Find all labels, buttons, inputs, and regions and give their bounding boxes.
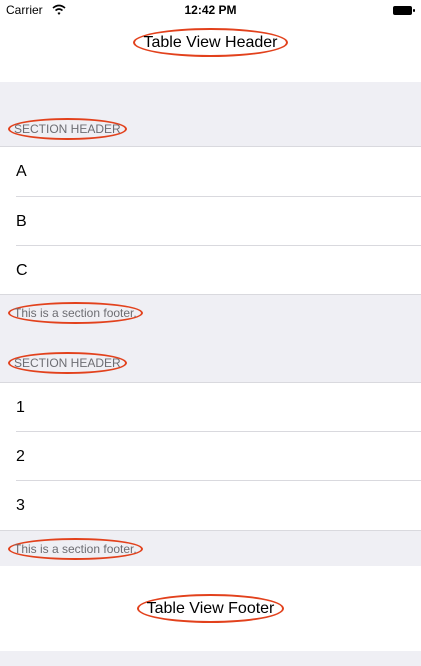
table-row[interactable]: A [0, 147, 421, 197]
table-header-title: Table View Header [133, 28, 288, 57]
status-bar: Carrier 12:42 PM [0, 0, 421, 20]
row-label: B [16, 213, 27, 230]
row-label: 1 [16, 399, 25, 416]
section-header-label: SECTION HEADER [8, 352, 127, 374]
table-view-footer: Table View Footer [0, 566, 421, 651]
section-header-label: SECTION HEADER [8, 118, 127, 140]
row-label: 3 [16, 497, 25, 514]
table-view-header: Table View Header [0, 20, 421, 82]
section-footer-2: This is a section footer. [0, 531, 421, 566]
bottom-background [0, 651, 421, 666]
section-header-1: SECTION HEADER [0, 82, 421, 147]
row-label: C [16, 262, 28, 279]
row-label: A [16, 163, 27, 180]
table-row[interactable]: B [0, 197, 421, 247]
section-footer-label: This is a section footer. [8, 538, 143, 560]
row-label: 2 [16, 448, 25, 465]
battery-icon [393, 6, 415, 15]
clock: 12:42 PM [184, 3, 237, 17]
table-row[interactable]: C [0, 246, 421, 295]
table-footer-title: Table View Footer [136, 594, 285, 623]
section-footer-label: This is a section footer. [8, 302, 143, 324]
section-footer-1: This is a section footer. SECTION HEADER [0, 295, 421, 382]
table-row[interactable]: 3 [0, 481, 421, 530]
table-row[interactable]: 2 [0, 432, 421, 482]
table-row[interactable]: 1 [0, 383, 421, 433]
